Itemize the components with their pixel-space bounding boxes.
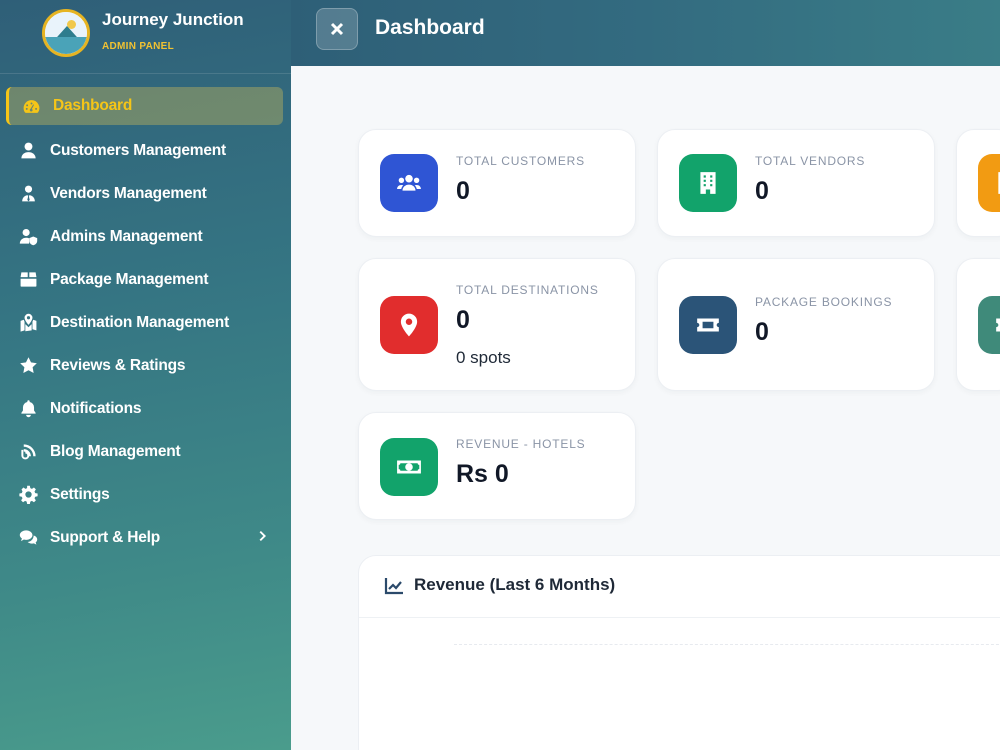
- sidebar-item-label: Blog Management: [50, 442, 181, 460]
- ticket-icon: [679, 296, 737, 354]
- sidebar-item-customers[interactable]: Customers Management: [0, 129, 291, 172]
- close-sidebar-button[interactable]: [316, 8, 358, 50]
- sidebar-item-reviews[interactable]: Reviews & Ratings: [0, 344, 291, 387]
- stat-subtext: 0 spots: [456, 348, 511, 367]
- sidebar: Journey Junction ADMIN PANEL Dashboard C…: [0, 0, 291, 750]
- logo[interactable]: [42, 9, 90, 57]
- stat-card-revenue-hotels: REVENUE - HOTELS Rs 0: [358, 412, 636, 520]
- gauge-icon: [20, 95, 42, 117]
- top-header: Dashboard: [291, 0, 1000, 66]
- box-icon: [17, 269, 39, 291]
- users-icon: [380, 154, 438, 212]
- sidebar-item-label: Settings: [50, 485, 110, 503]
- money-bill-icon: [380, 438, 438, 496]
- stat-label: PACKAGE BOOKINGS: [755, 295, 893, 309]
- revenue-chart-panel: Revenue (Last 6 Months): [358, 555, 1000, 750]
- sidebar-item-vendors[interactable]: Vendors Management: [0, 172, 291, 215]
- sidebar-item-packages[interactable]: Package Management: [0, 258, 291, 301]
- sidebar-item-dashboard[interactable]: Dashboard: [6, 87, 283, 125]
- close-icon: [330, 22, 344, 36]
- stat-card-partial: [956, 129, 1000, 237]
- revenue-panel-title: Revenue (Last 6 Months): [414, 575, 616, 594]
- stat-card-destinations: TOTAL DESTINATIONS 0 0 spots: [358, 258, 636, 391]
- stat-card-bookings: PACKAGE BOOKINGS 0: [657, 258, 935, 391]
- blog-icon: [17, 441, 39, 463]
- stat-label: REVENUE - HOTELS: [456, 437, 586, 451]
- stat-value: 0: [755, 318, 769, 346]
- stat-value: 0: [456, 306, 470, 334]
- stat-label: TOTAL VENDORS: [755, 154, 866, 168]
- user-tie-icon: [17, 183, 39, 205]
- gear-icon: [17, 484, 39, 506]
- sidebar-item-label: Vendors Management: [50, 184, 207, 202]
- sidebar-item-admins[interactable]: Admins Management: [0, 215, 291, 258]
- user-icon: [17, 140, 39, 162]
- brand-title: Journey Junction: [102, 10, 244, 29]
- chevron-right-icon[interactable]: [255, 529, 271, 545]
- sidebar-item-label: Dashboard: [53, 97, 133, 114]
- sidebar-item-label: Destination Management: [50, 313, 230, 331]
- stat-label: TOTAL CUSTOMERS: [456, 154, 585, 168]
- chart-gridline: [454, 644, 1000, 645]
- sidebar-item-label: Package Management: [50, 270, 209, 288]
- stat-card-customers: TOTAL CUSTOMERS 0: [358, 129, 636, 237]
- page-title: Dashboard: [375, 16, 485, 39]
- sidebar-item-label: Support & Help: [50, 528, 160, 546]
- stat-label: TOTAL DESTINATIONS: [456, 283, 599, 297]
- brand: Journey Junction ADMIN PANEL: [0, 0, 291, 74]
- sidebar-item-label: Customers Management: [50, 141, 227, 159]
- sidebar-item-destinations[interactable]: Destination Management: [0, 301, 291, 344]
- location-pin-icon: [380, 296, 438, 354]
- map-location-icon: [17, 312, 39, 334]
- sidebar-item-settings[interactable]: Settings: [0, 473, 291, 516]
- stat-card-vendors: TOTAL VENDORS 0: [657, 129, 935, 237]
- sidebar-item-label: Notifications: [50, 399, 142, 417]
- sidebar-item-label: Admins Management: [50, 227, 203, 245]
- sidebar-nav: Dashboard Customers Management Vendors M…: [0, 86, 291, 559]
- chart-line-icon: [384, 577, 404, 595]
- building-icon: [679, 154, 737, 212]
- brand-subtitle: ADMIN PANEL: [102, 41, 175, 52]
- bell-icon: [17, 398, 39, 420]
- sidebar-item-label: Reviews & Ratings: [50, 356, 186, 374]
- ticket-icon: [978, 296, 1000, 354]
- stat-value: Rs 0: [456, 460, 509, 488]
- hotel-icon: [978, 154, 1000, 212]
- stat-card-partial: [956, 258, 1000, 391]
- sidebar-item-support[interactable]: Support & Help: [0, 516, 291, 559]
- stat-value: 0: [755, 177, 769, 205]
- stat-value: 0: [456, 177, 470, 205]
- revenue-panel-header: Revenue (Last 6 Months): [359, 556, 1000, 618]
- sidebar-item-blog[interactable]: Blog Management: [0, 430, 291, 473]
- comments-icon: [17, 527, 39, 549]
- sidebar-item-notifications[interactable]: Notifications: [0, 387, 291, 430]
- user-shield-icon: [17, 226, 39, 248]
- star-icon: [17, 355, 39, 377]
